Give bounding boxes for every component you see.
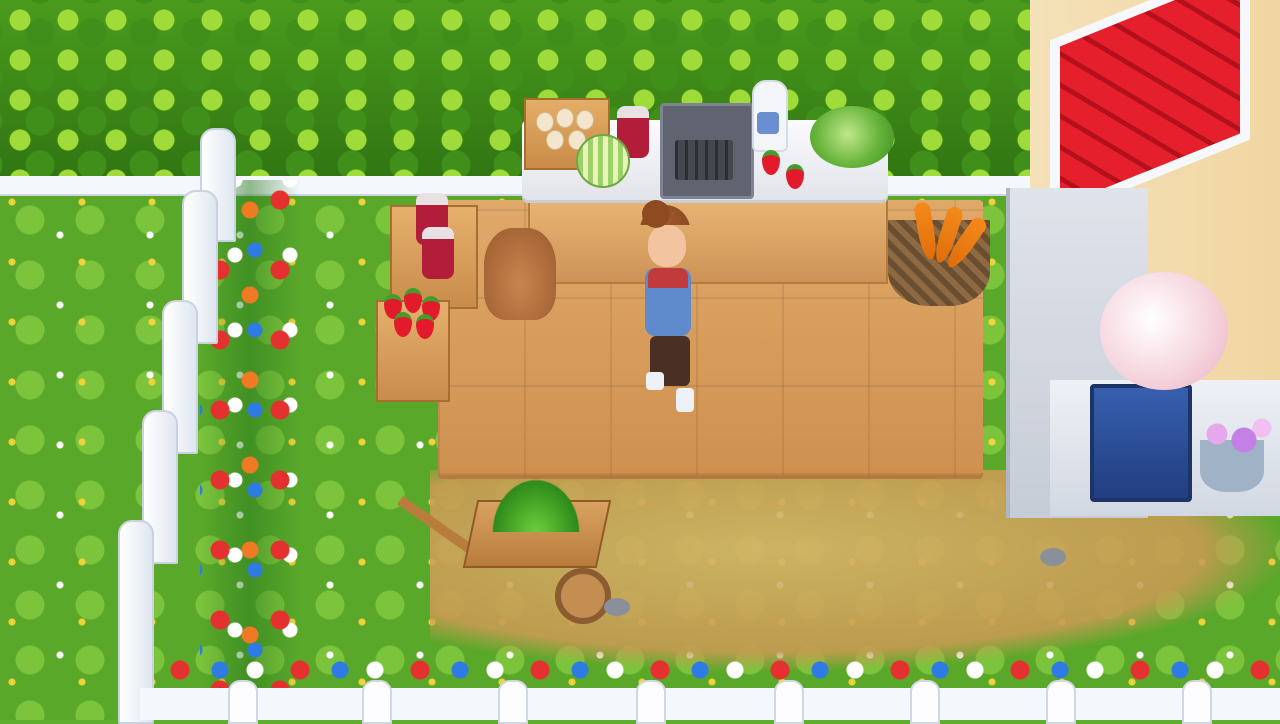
fence-picket [1182,680,1212,724]
egg [546,130,564,150]
kitchen-counter-cabinet[interactable] [528,195,888,284]
egg [576,110,594,130]
strawberry [394,312,412,337]
front-fence [140,688,1280,720]
fence-picket [498,680,528,724]
flour-sack[interactable] [484,228,556,320]
jam-crate[interactable] [390,193,478,309]
blossom-tree[interactable] [1100,272,1228,390]
egg [536,112,554,132]
strawberry-crate[interactable] [376,288,450,402]
rock [1040,548,1066,566]
game-viewport[interactable] [0,0,1280,724]
rock [604,598,630,616]
player-character[interactable] [630,200,700,420]
blue-planter[interactable] [1090,384,1192,502]
fence-picket [228,680,258,724]
jam-jar [422,227,454,279]
wheelbarrow-grass [486,472,586,532]
strawberry [404,288,422,313]
fence-picket [1046,680,1076,724]
egg [556,108,574,128]
strawberry [416,314,434,339]
fence-picket [774,680,804,724]
purple-flowers [1190,410,1280,470]
fence-picket [362,680,392,724]
fence-picket [636,680,666,724]
stove-burner [675,140,733,180]
fence-picket [910,680,940,724]
cabbage[interactable] [810,106,894,168]
wheelbarrow-wheel [555,568,611,624]
cow-label-icon [757,112,779,134]
melon[interactable] [576,134,630,188]
vegetable-basket[interactable] [888,201,990,306]
